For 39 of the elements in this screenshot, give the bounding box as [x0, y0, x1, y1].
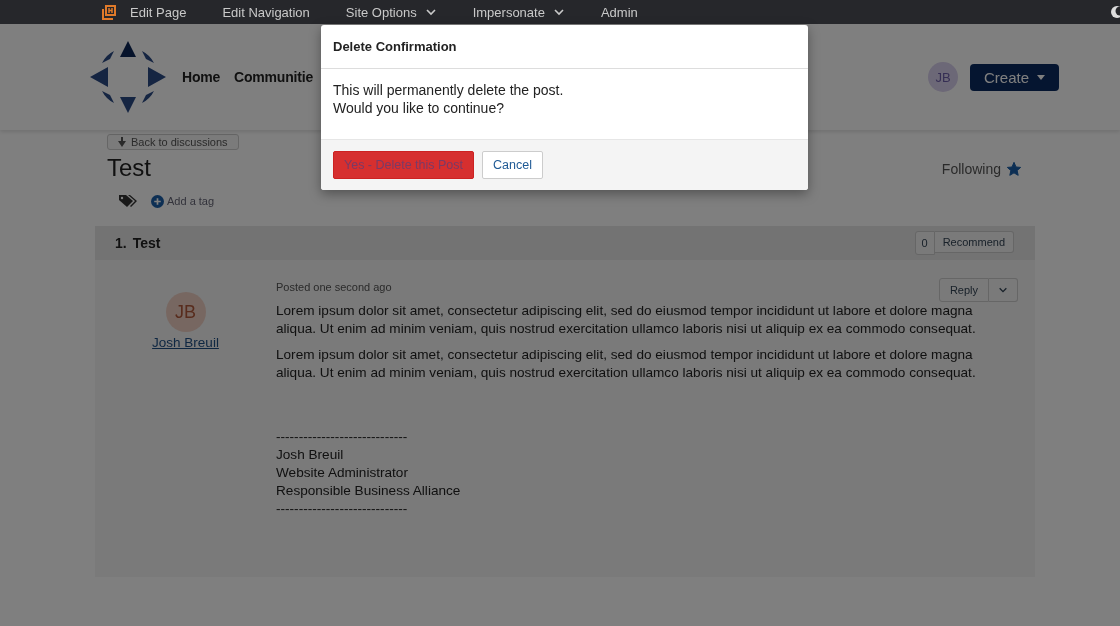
star-icon[interactable] — [1006, 161, 1022, 177]
back-button[interactable]: Back to discussions — [107, 134, 239, 150]
posted-time: Posted one second ago — [276, 281, 392, 293]
dialog-title: Delete Confirmation — [321, 25, 808, 69]
menu-item[interactable]: Edit Navigation — [222, 4, 310, 20]
menu-item[interactable]: Edit Page — [130, 4, 187, 20]
signature-line: Josh Breuil — [276, 446, 345, 464]
plus-icon — [151, 194, 164, 208]
moon-icon[interactable] — [1110, 5, 1120, 19]
create-button[interactable]: Create — [969, 63, 1059, 91]
chevron-icon — [998, 285, 1008, 295]
post-title: Test — [132, 235, 161, 251]
arrow-icon — [118, 137, 126, 147]
cancel-button[interactable]: Cancel — [482, 151, 543, 179]
signature-line: ----------------------------- — [276, 500, 409, 518]
add-tag-link[interactable]: Add a tag — [151, 194, 215, 208]
author-link[interactable]: Josh Breuil — [152, 335, 219, 350]
discussion-title: Test — [107, 154, 151, 182]
dialog-message: This will permanently delete the post. — [333, 81, 565, 99]
signature-line: Website Administrator — [276, 464, 409, 482]
recommend-count: 0 — [914, 231, 935, 255]
menu-item[interactable]: Impersonate — [472, 4, 565, 20]
dialog-message: Would you like to continue? — [333, 99, 505, 117]
nav-link[interactable]: Communitie — [234, 69, 313, 85]
recommend-button[interactable]: Recommend — [934, 231, 1014, 253]
post-paragraph: Lorem ipsum dolor sit amet, consectetur adipiscing elit, sed do eiusmod tempor incididunt ut labore et dolore magna aliqua. Ut enim ad minim veniam, quis nostrud exercitation ullamco laboris nisi ut aliquip ex ea commodo consequat. — [276, 346, 977, 382]
signature-line: Responsible Business Alliance — [276, 482, 462, 500]
signature-line: ----------------------------- — [276, 428, 409, 446]
menu-item[interactable]: Site Options — [345, 4, 437, 20]
caret-icon — [1037, 74, 1045, 80]
post-number: 1. — [115, 235, 127, 251]
following-label: Following — [941, 161, 1001, 177]
author-avatar: JB — [165, 292, 206, 332]
tags-icon — [119, 194, 137, 208]
nav-link[interactable]: Home — [182, 69, 221, 85]
reply-button[interactable]: Reply — [938, 278, 989, 302]
logo-icon[interactable] — [100, 3, 118, 21]
post-paragraph: Lorem ipsum dolor sit amet, consectetur adipiscing elit, sed do eiusmod tempor incididunt ut labore et dolore magna aliqua. Ut enim ad minim veniam, quis nostrud exercitation ullamco laboris nisi ut aliquip ex ea commodo consequat. — [276, 302, 977, 338]
menu-item[interactable]: Admin — [600, 4, 638, 20]
